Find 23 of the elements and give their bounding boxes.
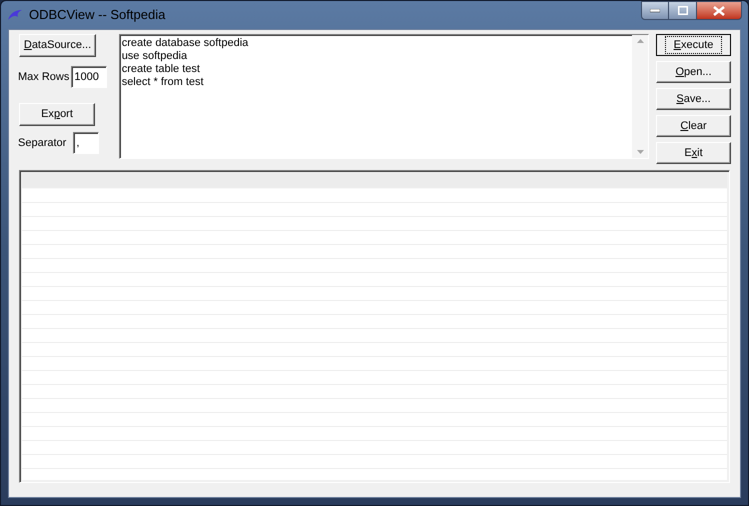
command-button[interactable]: Exit xyxy=(656,142,731,164)
window-title: ODBCView -- Softpedia xyxy=(29,6,166,24)
close-button[interactable] xyxy=(696,1,742,20)
close-icon xyxy=(713,6,725,16)
command-button[interactable]: Execute xyxy=(656,34,731,56)
query-line: select * from test xyxy=(122,76,204,89)
query-line: create table test xyxy=(122,63,200,76)
query-editor[interactable]: create database softpedia use softpedia create table test select * from test xyxy=(118,34,649,159)
export-button[interactable]: Export xyxy=(19,103,95,126)
minimize-button[interactable] xyxy=(641,1,669,20)
command-button[interactable]: Save... xyxy=(656,88,731,110)
datasource-button[interactable]: DataSource... xyxy=(19,34,96,57)
command-button[interactable]: Clear xyxy=(656,115,731,137)
max-rows-label: Max Rows xyxy=(18,70,70,85)
maximize-icon xyxy=(678,6,688,15)
minimize-icon xyxy=(650,8,660,12)
query-line: use softpedia xyxy=(122,50,188,63)
separator-label: Separator xyxy=(18,136,66,151)
query-line: create database softpedia xyxy=(122,37,248,50)
command-button[interactable]: Open... xyxy=(656,61,731,83)
maximize-button[interactable] xyxy=(669,1,696,20)
max-rows-field[interactable]: 1000 xyxy=(71,66,108,88)
separator-field[interactable]: , xyxy=(73,132,100,154)
